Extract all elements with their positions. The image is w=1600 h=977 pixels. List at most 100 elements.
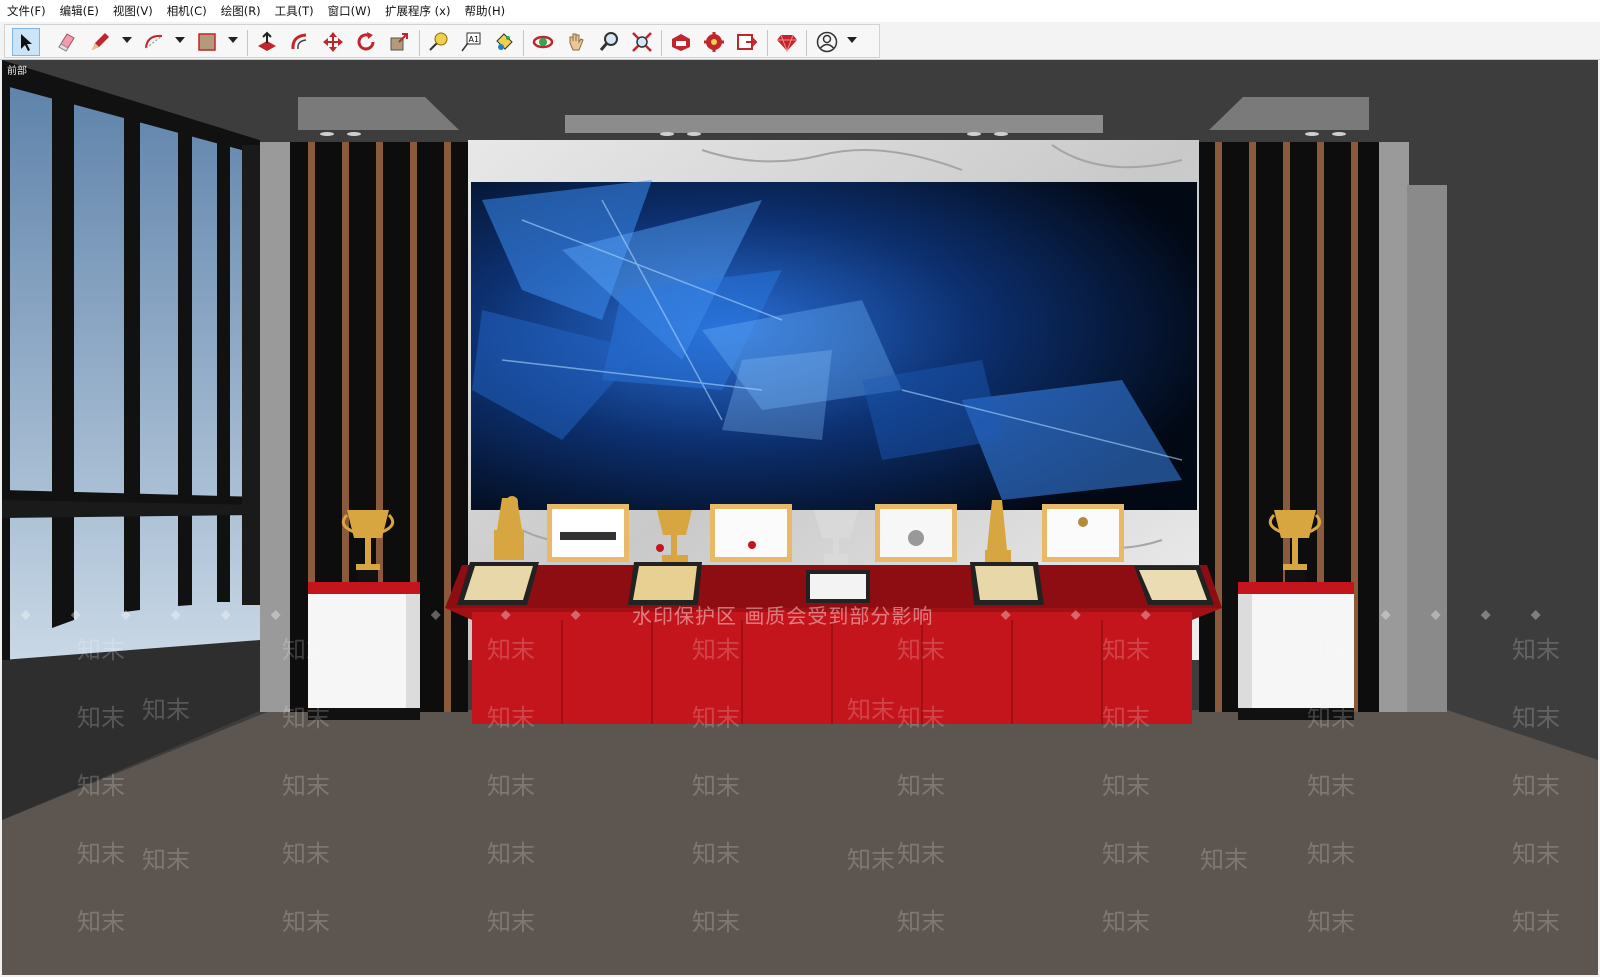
watermark-logo: 知末 [487,840,535,868]
user-account-button[interactable] [813,28,841,56]
watermark-logo: 知末 [1512,840,1560,868]
push-pull-tool-button[interactable] [253,28,281,56]
watermark-logo: 知末 [847,696,895,724]
rectangle-shape-icon [198,33,216,51]
certificate-frame-2 [710,504,792,562]
toolbar-separator [523,30,524,56]
watermark-logo: 知末 [282,636,330,664]
watermark-logo: 知末 [282,704,330,732]
watermark-logo: 知末 [282,908,330,936]
watermark-logo: 知末 [1512,772,1560,800]
ruby-console-icon [777,34,797,53]
watermark-logo: 知末 [1512,636,1560,664]
menu-edit[interactable]: 编辑(E) [53,0,106,22]
watermark-logo: 知末 [142,696,190,724]
scale-tool-button[interactable] [385,28,413,56]
send-to-layout-button[interactable] [733,28,761,56]
toolbar-separator [806,30,807,56]
watermark-logo: 知末 [692,772,740,800]
toolbar-separator [767,30,768,56]
ruby-console-button[interactable] [773,28,801,56]
watermark-logo: 知末 [77,636,125,664]
floor [2,710,1598,975]
arc-tool-dropdown[interactable] [175,37,185,43]
watermark-logo: 知末 [897,840,945,868]
extension-warehouse-button[interactable] [700,28,728,56]
move-tool-button[interactable] [319,28,347,56]
offset-tool-button[interactable] [286,28,314,56]
rotate-tool-button[interactable] [352,28,380,56]
menu-draw[interactable]: 绘图(R) [214,0,268,22]
zoom-tool-button[interactable] [595,28,623,56]
window-wall [2,60,260,660]
watermark-logo: 知末 [1102,840,1150,868]
certificate-frame-4 [1042,504,1124,562]
rectangle-tool-button[interactable] [193,28,221,56]
watermark-logo: 知末 [282,772,330,800]
menu-view[interactable]: 视图(V) [106,0,160,22]
led-screen [471,180,1197,510]
eraser-tool-button[interactable] [52,28,80,56]
move-icon [323,32,343,52]
certificate-frame-1 [547,504,629,562]
pencil-line-icon [92,33,109,50]
zoom-extents-icon [632,32,652,52]
certificate-frame-3 [875,504,957,562]
watermark-logo: 知末 [1102,772,1150,800]
menu-camera[interactable]: 相机(C) [160,0,214,22]
column-right-outer [1407,185,1447,712]
column-right [1379,142,1409,712]
watermark-logo: 知末 [1200,846,1248,874]
orbit-tool-button[interactable] [529,28,557,56]
menu-help[interactable]: 帮助(H) [457,0,512,22]
watermark-logo: 知末 [1102,704,1150,732]
scale-icon [390,33,408,51]
watermark-logo: 知末 [487,908,535,936]
svg-text:A1: A1 [469,35,480,44]
watermark-logo: 知末 [1307,704,1355,732]
watermark-logo: 知末 [897,636,945,664]
pan-tool-button[interactable] [562,28,590,56]
watermark-logo: 知末 [77,772,125,800]
user-account-dropdown[interactable] [847,37,857,43]
column-left [260,142,290,712]
watermark-logo: 知末 [487,636,535,664]
3d-warehouse-button[interactable] [667,28,695,56]
user-account-icon [816,31,838,53]
menu-extensions[interactable]: 扩展程序 (x) [378,0,457,22]
watermark-logo: 知末 [692,840,740,868]
select-arrow-icon [21,34,32,51]
watermark-logo: 知末 [142,846,190,874]
watermark-logo: 知末 [1307,636,1355,664]
paint-bucket-tool-button[interactable] [490,28,518,56]
menu-bar: 文件(F) 编辑(E) 视图(V) 相机(C) 绘图(R) 工具(T) 窗口(W… [0,0,1600,22]
3d-viewport[interactable]: 前部 水印保护区 画质会受到部分影响 知末 知末 知末 知末 知末 知末 知末 … [2,60,1598,975]
watermark-logo: 知末 [897,772,945,800]
tape-measure-tool-button[interactable] [424,28,452,56]
watermark-logo: 知末 [282,840,330,868]
menu-tools[interactable]: 工具(T) [268,0,321,22]
watermark-notice: 水印保护区 画质会受到部分影响 [632,604,934,628]
zoom-extents-tool-button[interactable] [628,28,656,56]
text-tool-button[interactable]: A1 [457,28,485,56]
menu-window[interactable]: 窗口(W) [321,0,378,22]
watermark-logo: 知末 [487,772,535,800]
watermark-logo: 知末 [897,704,945,732]
rotate-icon [357,32,375,51]
menu-file[interactable]: 文件(F) [0,0,53,22]
offset-icon [291,33,307,50]
watermark-logo: 知末 [77,704,125,732]
zoom-icon [599,32,618,51]
watermark-logo: 知末 [1512,704,1560,732]
eraser-icon [58,33,75,52]
scene-tab-label[interactable]: 前部 [7,62,27,77]
pan-hand-icon [569,33,584,51]
main-toolbar: A1 [0,22,1600,60]
rectangle-tool-dropdown[interactable] [228,37,238,43]
select-tool-button[interactable] [12,28,40,56]
watermark-logo: 知末 [692,636,740,664]
scene-render [2,60,1598,975]
line-tool-button[interactable] [86,28,114,56]
arc-tool-button[interactable] [140,28,168,56]
line-tool-dropdown[interactable] [122,37,132,43]
